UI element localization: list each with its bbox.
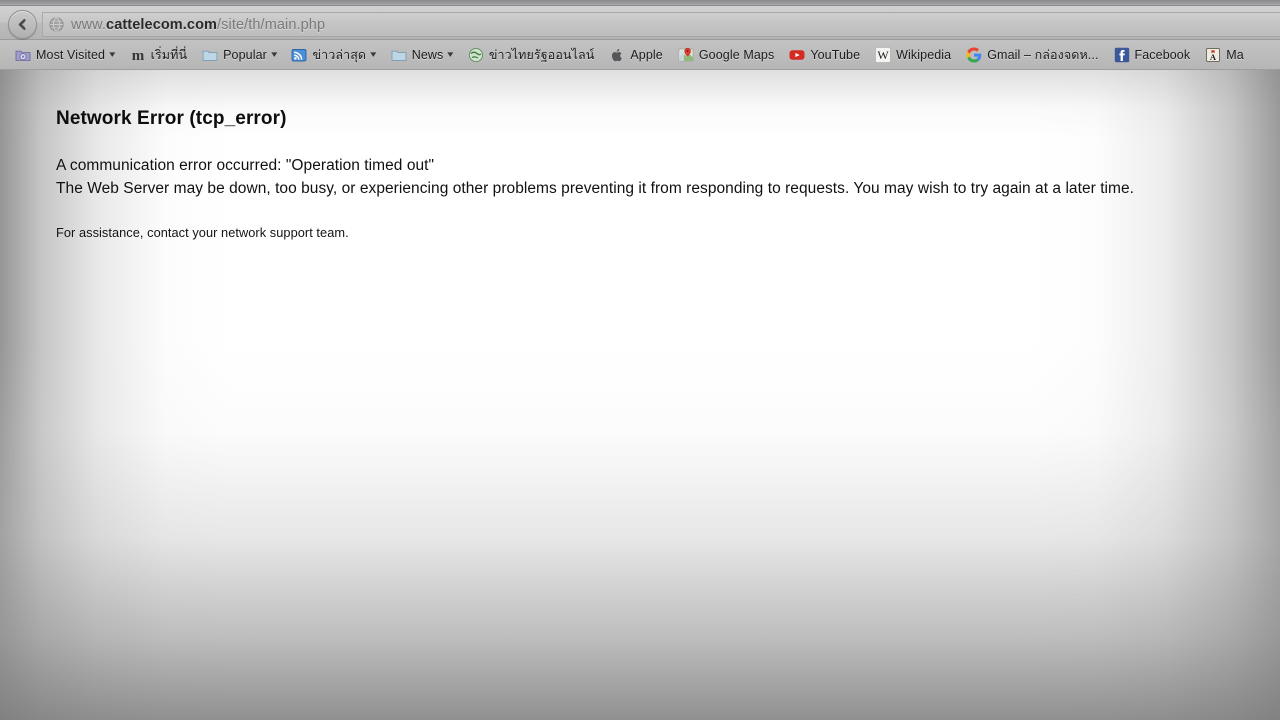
bookmark-label: Wikipedia [896, 47, 952, 62]
folder-icon [391, 47, 407, 63]
bookmark-latest-news[interactable]: ข่าวล่าสุด ▾ [286, 44, 380, 66]
svg-text:A: A [1210, 52, 1217, 62]
wikipedia-w-icon: W [875, 46, 892, 63]
bookmark-dictionary-truncated[interactable]: A Ma [1200, 44, 1249, 66]
bookmark-label: News [411, 47, 444, 62]
url-text: www.cattelecom.com/site/th/main.php [71, 17, 325, 33]
bookmark-label: Most Visited [36, 47, 106, 62]
chevron-down-icon: ▾ [447, 49, 454, 59]
bookmark-wikipedia[interactable]: W Wikipedia [870, 44, 956, 66]
chevron-down-icon: ▾ [109, 49, 116, 59]
bookmark-label: Ma [1226, 47, 1244, 62]
svg-text:W: W [877, 48, 889, 62]
bookmark-news[interactable]: News ▾ [386, 44, 458, 66]
google-maps-pin-icon [678, 47, 694, 63]
url-prefix: www. [71, 16, 107, 33]
google-g-icon [966, 47, 982, 63]
bookmark-label: เริ่มที่นี่ [150, 47, 188, 62]
apple-logo-icon [609, 47, 625, 63]
most-visited-folder-icon [15, 47, 31, 63]
arrow-left-icon [14, 16, 31, 33]
error-message-line2: The Web Server may be down, too busy, or… [56, 180, 1135, 197]
bookmark-getting-started[interactable]: m เริ่มที่นี่ [125, 44, 193, 66]
bookmark-most-visited[interactable]: Most Visited ▾ [10, 44, 120, 66]
back-button[interactable] [8, 10, 37, 39]
bookmark-label: YouTube [810, 47, 861, 62]
chevron-down-icon: ▾ [370, 49, 377, 59]
bookmark-google-maps[interactable]: Google Maps [673, 44, 779, 66]
bookmark-thairath[interactable]: ข่าวไทยรัฐออนไลน์ [463, 44, 600, 66]
bookmark-label: ข่าวล่าสุด [312, 47, 367, 62]
browser-chrome: www.cattelecom.com/site/th/main.php Most… [0, 0, 1280, 70]
page-title: Network Error (tcp_error) [56, 108, 287, 129]
bookmarks-bar: Most Visited ▾ m เริ่มที่นี่ Popular ▾ ข… [0, 40, 1280, 70]
bookmark-youtube[interactable]: YouTube [784, 44, 865, 66]
bookmark-label: Gmail – กล่องจดห... [987, 47, 1099, 62]
error-message-line1: A communication error occurred: "Operati… [56, 157, 435, 174]
chevron-down-icon: ▾ [271, 49, 278, 59]
bookmark-apple[interactable]: Apple [604, 44, 667, 66]
thairath-globe-icon [468, 47, 484, 63]
bookmark-facebook[interactable]: Facebook [1109, 44, 1196, 66]
folder-icon [202, 47, 218, 63]
bookmark-label: Popular [223, 47, 267, 62]
vignette-bottom [0, 340, 1280, 720]
bookmark-label: Facebook [1134, 47, 1191, 62]
url-host: cattelecom.com [106, 16, 218, 33]
bookmark-label: Apple [630, 47, 663, 62]
bookmark-popular[interactable]: Popular ▾ [197, 44, 281, 66]
navigation-toolbar: www.cattelecom.com/site/th/main.php [0, 6, 1280, 40]
youtube-play-icon [789, 47, 805, 63]
facebook-f-icon [1114, 47, 1130, 63]
network-error-page: Network Error (tcp_error) A communicatio… [0, 70, 1280, 240]
browser-window: www.cattelecom.com/site/th/main.php Most… [0, 0, 1280, 720]
bookmark-label: ข่าวไทยรัฐออนไลน์ [488, 47, 595, 62]
svg-text:m: m [131, 48, 144, 63]
error-message: A communication error occurred: "Operati… [56, 154, 1280, 200]
mozilla-m-icon: m [130, 47, 146, 63]
globe-icon [49, 17, 64, 32]
page-viewport: Network Error (tcp_error) A communicatio… [0, 70, 1280, 720]
address-bar[interactable]: www.cattelecom.com/site/th/main.php [42, 12, 1280, 37]
dictionary-a-icon: A [1205, 47, 1221, 63]
bookmark-gmail[interactable]: Gmail – กล่องจดห... [961, 44, 1103, 66]
bookmark-label: Google Maps [698, 47, 775, 62]
assistance-note: For assistance, contact your network sup… [56, 225, 349, 240]
rss-feed-icon [291, 47, 307, 63]
url-path: /site/th/main.php [217, 16, 326, 33]
